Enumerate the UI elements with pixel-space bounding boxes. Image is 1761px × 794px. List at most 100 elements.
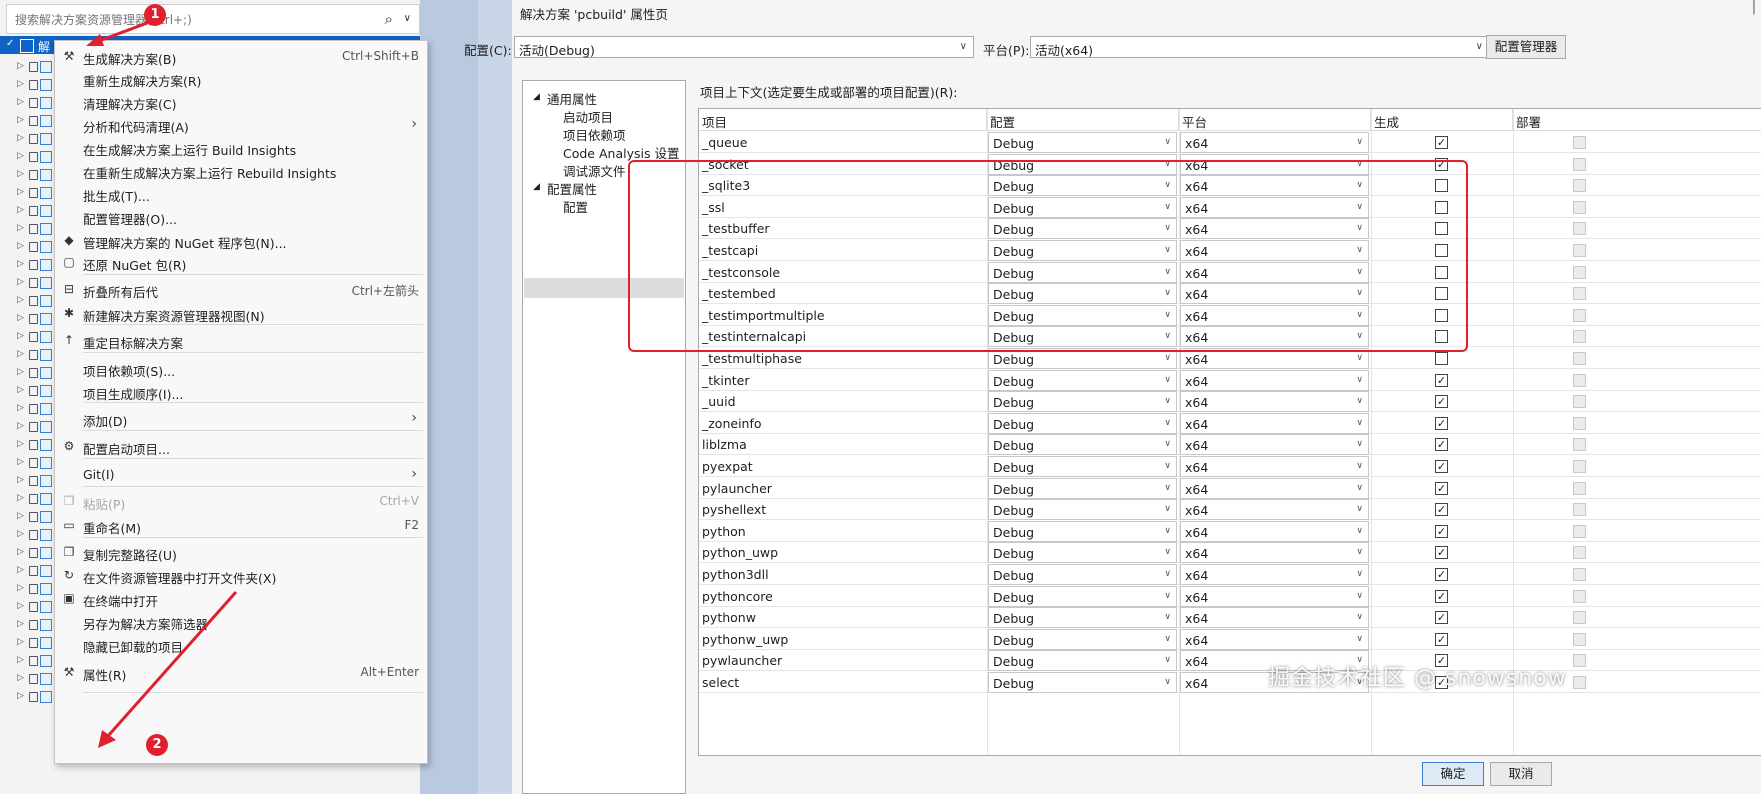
column-header-1[interactable]: 配置 [987,109,1179,131]
nav-item-0[interactable]: 通用属性 [547,89,597,108]
chevron-right-icon[interactable]: ▷ [17,187,24,197]
platform-select[interactable]: x64 ∨ [1180,520,1369,542]
config-select[interactable]: Debug ∨ [988,153,1177,175]
config-select[interactable]: Debug ∨ [988,650,1177,672]
chevron-right-icon[interactable]: ▷ [17,493,24,503]
menu-item-13[interactable]: 项目依赖项(S)... [55,358,427,380]
solution-explorer-search[interactable]: ⌕ ∨ [6,4,420,34]
chevron-right-icon[interactable]: ▷ [17,547,24,557]
chevron-down-icon[interactable]: ✓ [6,38,14,49]
platform-select[interactable]: 活动(x64) ∨ [1030,36,1490,58]
tree-item[interactable]: ▷ [0,634,52,654]
tree-item[interactable]: ▷ [0,364,52,384]
tree-item[interactable]: ▷ [0,508,52,528]
menu-item-16[interactable]: ⚙ 配置启动项目... [55,436,427,458]
nav-item-4[interactable]: 调试源文件 [563,161,626,180]
menu-item-17[interactable]: Git(I) › [55,464,427,486]
tree-item[interactable]: ▷ [0,580,52,600]
menu-item-23[interactable]: 另存为解决方案筛选器 [55,611,427,633]
build-checkbox[interactable] [1435,287,1448,301]
config-select[interactable]: Debug ∨ [988,628,1177,650]
tree-item[interactable]: ▷ [0,436,52,456]
menu-item-7[interactable]: 配置管理器(O)... [55,206,427,228]
tree-item[interactable]: ▷ [0,616,52,636]
config-select[interactable]: Debug ∨ [988,348,1177,369]
menu-item-12[interactable]: ↑ 重定目标解决方案 [55,330,427,352]
expand-icon[interactable]: ◢ [533,182,540,192]
menu-item-14[interactable]: 项目生成顺序(I)... [55,381,427,403]
config-select[interactable]: Debug ∨ [988,585,1177,607]
cancel-button[interactable]: 取消 [1490,762,1552,786]
platform-select[interactable]: x64 ∨ [1180,175,1369,197]
chevron-right-icon[interactable]: ▷ [17,313,24,323]
config-select[interactable]: Debug ∨ [988,261,1177,283]
tree-item[interactable]: ▷ [0,598,52,618]
menu-item-15[interactable]: 添加(D) › [55,408,427,430]
column-header-2[interactable]: 平台 [1179,109,1371,131]
menu-item-11[interactable]: ✱ 新建解决方案资源管理器视图(N) [55,303,427,325]
chevron-right-icon[interactable]: ▷ [17,97,24,107]
chevron-right-icon[interactable]: ▷ [17,349,24,359]
build-checkbox[interactable] [1435,200,1448,214]
tree-item[interactable]: ▷ [0,526,52,546]
menu-item-18[interactable]: ❐ 粘贴(P) Ctrl+V [55,491,427,513]
platform-select[interactable]: x64 ∨ [1180,412,1369,434]
build-checkbox[interactable]: ✓ [1435,460,1448,473]
chevron-right-icon[interactable]: ▷ [17,601,24,611]
platform-select[interactable]: x64 ∨ [1180,240,1369,261]
build-checkbox[interactable] [1435,265,1448,279]
menu-item-22[interactable]: ▣ 在终端中打开 [55,588,427,610]
menu-item-2[interactable]: 清理解决方案(C) [55,91,427,113]
tree-item[interactable]: ▷ [0,238,52,258]
chevron-right-icon[interactable]: ▷ [17,169,24,179]
tree-item[interactable]: ▷ [0,652,52,672]
config-select[interactable]: Debug ∨ [988,412,1177,434]
tree-item[interactable]: ▷ [0,130,52,150]
tree-item[interactable]: ▷ [0,220,52,240]
platform-select[interactable]: x64 ∨ [1180,326,1369,348]
chevron-right-icon[interactable]: ▷ [17,61,24,71]
tree-item[interactable]: ▷ [0,346,52,366]
chevron-right-icon[interactable]: ▷ [17,79,24,89]
tree-item[interactable]: ▷ [0,76,52,96]
chevron-right-icon[interactable]: ▷ [17,403,24,413]
chevron-right-icon[interactable]: ▷ [17,241,24,251]
menu-item-9[interactable]: ▢ 还原 NuGet 包(R) [55,252,427,274]
expand-icon[interactable]: ◢ [533,92,540,102]
chevron-right-icon[interactable]: ▷ [17,475,24,485]
config-select[interactable]: Debug ∨ [988,283,1177,305]
platform-select[interactable]: x64 ∨ [1180,369,1369,391]
config-select[interactable]: Debug ∨ [988,175,1177,197]
menu-item-24[interactable]: 隐藏已卸载的项目 [55,634,427,656]
platform-select[interactable]: x64 ∨ [1180,456,1369,477]
build-checkbox[interactable] [1435,244,1448,257]
menu-item-3[interactable]: 分析和代码清理(A) › [55,114,427,136]
chevron-right-icon[interactable]: ▷ [17,673,24,683]
nav-item-3[interactable]: Code Analysis 设置 [563,143,679,162]
platform-select[interactable]: x64 ∨ [1180,153,1369,175]
menu-item-0[interactable]: ⚒ 生成解决方案(B) Ctrl+Shift+B [55,46,427,68]
chevron-right-icon[interactable]: ▷ [17,115,24,125]
config-select[interactable]: Debug ∨ [988,326,1177,348]
close-icon[interactable]: │ [1750,0,1758,15]
menu-item-21[interactable]: ↻ 在文件资源管理器中打开文件夹(X) [55,565,427,587]
build-checkbox[interactable]: ✓ [1435,589,1448,603]
nav-item-5[interactable]: 配置属性 [547,179,597,198]
chevron-down-icon[interactable]: ∨ [404,13,411,24]
config-select[interactable]: Debug ∨ [988,564,1177,585]
chevron-right-icon[interactable]: ▷ [17,259,24,269]
tree-item[interactable]: ▷ [0,418,52,438]
chevron-right-icon[interactable]: ▷ [17,133,24,143]
chevron-right-icon[interactable]: ▷ [17,529,24,539]
tree-item[interactable]: ▷ [0,454,52,474]
build-checkbox[interactable] [1435,179,1448,193]
chevron-right-icon[interactable]: ▷ [17,565,24,575]
tree-item[interactable]: ▷ [0,382,52,402]
platform-select[interactable]: x64 ∨ [1180,196,1369,218]
nav-item-6[interactable]: 配置 [563,197,588,216]
config-select[interactable]: Debug ∨ [988,499,1177,521]
chevron-right-icon[interactable]: ▷ [17,439,24,449]
config-select[interactable]: Debug ∨ [988,132,1177,153]
column-header-4[interactable]: 部署 [1513,109,1761,131]
tree-item[interactable]: ▷ [0,112,52,132]
